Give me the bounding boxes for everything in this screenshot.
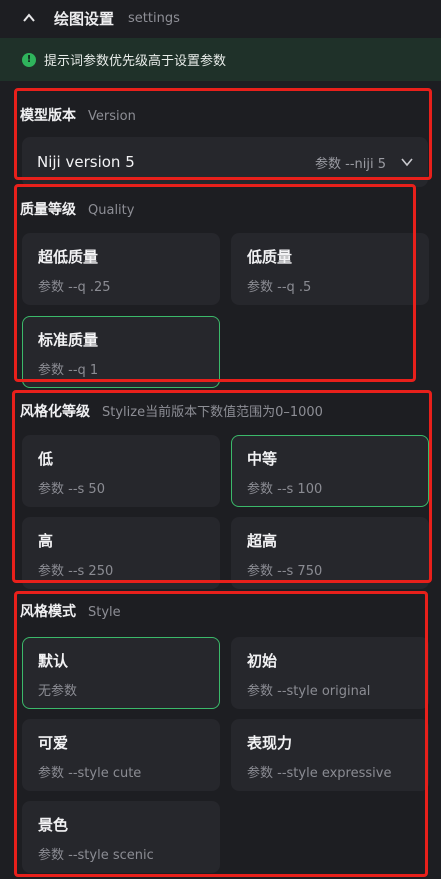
chevron-down-icon — [401, 158, 413, 167]
option-label: 超低质量 — [38, 248, 99, 266]
priority-notice: ! 提示词参数优先级高于设置参数 — [0, 38, 441, 81]
option-param: 参数 --q .5 — [247, 280, 312, 295]
option-param: 参数 --s 250 — [38, 564, 114, 579]
style-subtitle: Style — [88, 605, 121, 620]
quality-option-standard[interactable]: 标准质量 参数 --q 1 — [22, 316, 220, 388]
option-param: 参数 --style expressive — [247, 766, 392, 781]
option-label: 初始 — [247, 652, 278, 670]
stylize-option-high[interactable]: 高 参数 --s 250 — [22, 517, 220, 589]
option-label: 默认 — [38, 652, 69, 670]
version-subtitle: Version — [88, 109, 136, 124]
stylize-option-very-high[interactable]: 超高 参数 --s 750 — [231, 517, 429, 589]
exclamation-circle-icon: ! — [22, 52, 36, 67]
stylize-section: 风格化等级 Stylize当前版本下数值范围为0–1000 低 参数 --s 5… — [0, 390, 441, 589]
style-section: 风格模式 Style 默认 无参数 初始 参数 --style original… — [0, 591, 441, 877]
option-param: 无参数 — [38, 684, 78, 699]
option-label: 高 — [38, 532, 54, 550]
option-label: 超高 — [247, 532, 278, 550]
style-option-expressive[interactable]: 表现力 参数 --style expressive — [231, 719, 429, 791]
chevron-up-icon[interactable] — [22, 11, 36, 25]
option-param: 参数 --s 750 — [247, 564, 323, 579]
style-option-scenic[interactable]: 景色 参数 --style scenic — [22, 801, 220, 873]
quality-section: 质量等级 Quality 超低质量 参数 --q .25 低质量 参数 --q … — [0, 184, 441, 388]
quality-subtitle: Quality — [88, 203, 135, 218]
option-label: 低质量 — [247, 248, 293, 266]
option-label: 低 — [38, 450, 54, 468]
header-title: 绘图设置 — [54, 9, 115, 28]
notice-text: 提示词参数优先级高于设置参数 — [44, 54, 227, 69]
option-label: 标准质量 — [38, 331, 99, 349]
option-param: 参数 --style cute — [38, 766, 142, 781]
style-option-cute[interactable]: 可爱 参数 --style cute — [22, 719, 220, 791]
version-select[interactable]: Niji version 5 参数 --niji 5 — [22, 137, 428, 187]
option-param: 参数 --style original — [247, 684, 371, 699]
option-param: 参数 --style scenic — [38, 848, 154, 863]
stylize-option-low[interactable]: 低 参数 --s 50 — [22, 435, 220, 507]
option-label: 景色 — [38, 816, 69, 834]
style-option-default[interactable]: 默认 无参数 — [22, 637, 220, 709]
stylize-option-medium[interactable]: 中等 参数 --s 100 — [231, 435, 429, 507]
option-param: 参数 --s 100 — [247, 482, 323, 497]
version-title: 模型版本 — [20, 108, 76, 124]
version-selected-value: Niji version 5 — [37, 153, 135, 171]
stylize-subtitle: Stylize当前版本下数值范围为0–1000 — [102, 405, 323, 420]
option-param: 参数 --s 50 — [38, 482, 105, 497]
version-param: 参数 --niji 5 — [315, 156, 386, 172]
stylize-title: 风格化等级 — [20, 404, 90, 420]
option-param: 参数 --q 1 — [38, 363, 99, 378]
option-label: 可爱 — [38, 734, 69, 752]
option-label: 表现力 — [247, 734, 293, 752]
quality-option-ultra-low[interactable]: 超低质量 参数 --q .25 — [22, 233, 220, 305]
settings-header[interactable]: 绘图设置 settings — [0, 0, 441, 36]
style-option-original[interactable]: 初始 参数 --style original — [231, 637, 429, 709]
version-section: 模型版本 Version Niji version 5 参数 --niji 5 — [0, 88, 441, 187]
quality-option-low[interactable]: 低质量 参数 --q .5 — [231, 233, 429, 305]
option-param: 参数 --q .25 — [38, 280, 111, 295]
header-subtitle: settings — [128, 10, 180, 26]
option-label: 中等 — [247, 450, 278, 468]
style-title: 风格模式 — [20, 604, 76, 620]
quality-title: 质量等级 — [20, 202, 76, 218]
